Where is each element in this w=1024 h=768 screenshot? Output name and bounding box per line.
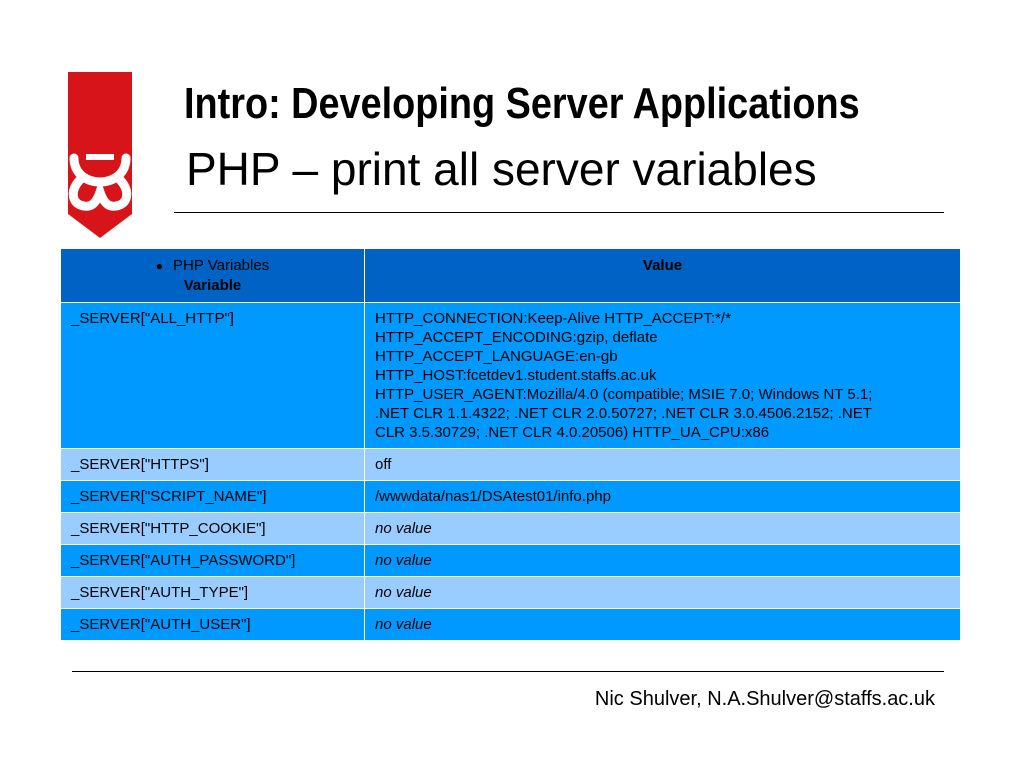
value-cell: no value	[364, 608, 961, 641]
author-footer: Nic Shulver, N.A.Shulver@staffs.ac.uk	[594, 688, 935, 710]
value-line: .NET CLR 1.1.4322; .NET CLR 2.0.50727; .…	[375, 405, 872, 422]
variable-cell: _SERVER["AUTH_USER"]	[60, 608, 365, 641]
table-row: _SERVER["AUTH_TYPE"] no value	[60, 576, 961, 609]
value-cell: no value	[364, 512, 961, 545]
variable-cell: _SERVER["HTTP_COOKIE"]	[60, 512, 365, 545]
value-line: HTTP_ACCEPT_ENCODING:gzip, deflate	[375, 329, 658, 346]
table-header-row: ● PHP Variables Variable Value	[60, 248, 961, 303]
php-variables-table: ● PHP Variables Variable Value _SERVER["A…	[60, 248, 961, 641]
slide-title: Intro: Developing Server Applications	[184, 79, 860, 128]
value-line: HTTP_CONNECTION:Keep-Alive HTTP_ACCEPT:*…	[375, 310, 731, 327]
value-line: HTTP_ACCEPT_LANGUAGE:en-gb	[375, 348, 618, 365]
bullet-icon: ●	[155, 259, 164, 273]
university-logo-icon	[68, 72, 132, 238]
table-row: _SERVER["HTTPS"] off	[60, 448, 961, 481]
value-line: HTTP_USER_AGENT:Mozilla/4.0 (compatible;…	[375, 386, 873, 403]
variable-cell: _SERVER["HTTPS"]	[60, 448, 365, 481]
variable-cell: _SERVER["AUTH_TYPE"]	[60, 576, 365, 609]
value-cell: /wwwdata/nas1/DSAtest01/info.php	[364, 480, 961, 513]
value-cell: no value	[364, 544, 961, 577]
header-variable-label: Variable	[183, 277, 242, 294]
variable-cell: _SERVER["ALL_HTTP"]	[60, 302, 365, 449]
title-divider	[174, 212, 944, 213]
variable-cell: _SERVER["AUTH_PASSWORD"]	[60, 544, 365, 577]
header-variable: ● PHP Variables Variable	[60, 248, 365, 303]
header-caption: PHP Variables	[173, 257, 270, 274]
variable-cell: _SERVER["SCRIPT_NAME"]	[60, 480, 365, 513]
value-line: CLR 3.5.30729; .NET CLR 4.0.20506) HTTP_…	[375, 424, 770, 441]
table-row: _SERVER["HTTP_COOKIE"] no value	[60, 512, 961, 545]
table-row: _SERVER["ALL_HTTP"] HTTP_CONNECTION:Keep…	[60, 302, 961, 449]
table-row: _SERVER["AUTH_USER"] no value	[60, 608, 961, 641]
table-row: _SERVER["AUTH_PASSWORD"] no value	[60, 544, 961, 577]
slide-subtitle: PHP – print all server variables	[186, 143, 817, 195]
value-cell: off	[364, 448, 961, 481]
table-row: _SERVER["SCRIPT_NAME"] /wwwdata/nas1/DSA…	[60, 480, 961, 513]
value-line: HTTP_HOST:fcetdev1.student.staffs.ac.uk	[375, 367, 657, 384]
value-cell: HTTP_CONNECTION:Keep-Alive HTTP_ACCEPT:*…	[364, 302, 961, 449]
header-value: Value	[364, 248, 961, 303]
footer-divider	[72, 671, 944, 672]
value-cell: no value	[364, 576, 961, 609]
